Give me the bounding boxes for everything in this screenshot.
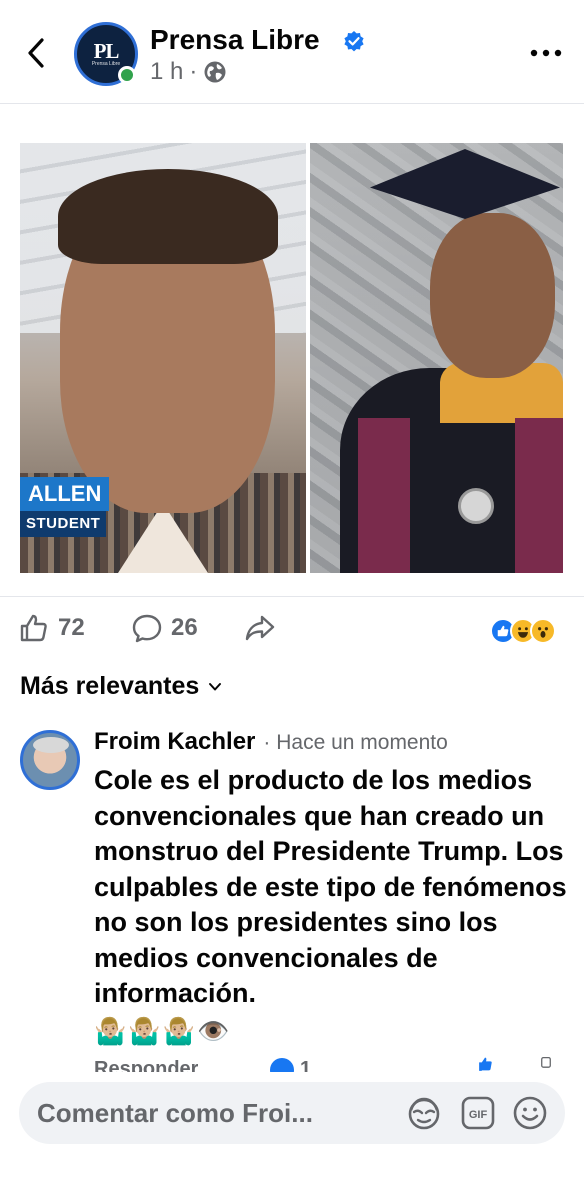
- gif-icon[interactable]: GIF: [459, 1094, 497, 1132]
- reaction-summary[interactable]: [490, 618, 556, 644]
- news-caption-role: STUDENT: [20, 511, 107, 537]
- comment-time: · Hace un momento: [263, 731, 448, 754]
- comment-input[interactable]: [37, 1092, 397, 1134]
- post-header: PL Prensa Libre Prensa Libre 1 h ·: [0, 0, 584, 104]
- commenter-name[interactable]: Froim Kachler: [94, 728, 255, 756]
- reply-button[interactable]: Responder: [94, 1058, 198, 1072]
- post-meta: 1 h ·: [150, 58, 227, 86]
- comment-reaction-count[interactable]: 1: [270, 1058, 311, 1072]
- post-time[interactable]: 1 h: [150, 58, 183, 86]
- comment-bubble-icon: [132, 614, 162, 643]
- svg-text:GIF: GIF: [469, 1109, 488, 1121]
- back-chevron-icon[interactable]: [22, 36, 52, 70]
- wow-reaction-icon: [530, 618, 556, 644]
- verified-badge-icon: [344, 31, 364, 52]
- more-options-icon[interactable]: [530, 48, 562, 58]
- comment-count: 26: [171, 614, 198, 641]
- share-button[interactable]: [244, 612, 276, 644]
- online-status-dot: [118, 66, 136, 84]
- chevron-down-icon: [209, 682, 222, 690]
- comment-button[interactable]: 26: [131, 612, 198, 644]
- comments-sort-dropdown[interactable]: Más relevantes: [20, 672, 223, 701]
- avatar-sticker-icon[interactable]: [405, 1094, 443, 1132]
- thumbs-up-icon[interactable]: [470, 1056, 500, 1072]
- post-image[interactable]: ALLEN STUDENT: [20, 143, 563, 573]
- comment-header: Froim Kachler · Hace un momento: [94, 728, 448, 756]
- share-arrow-icon: [245, 615, 275, 641]
- page-avatar-subtitle: Prensa Libre: [91, 61, 121, 67]
- thumbs-up-icon: [20, 614, 47, 642]
- emoji-icon[interactable]: [511, 1094, 549, 1132]
- photo-student-interview: ALLEN STUDENT: [20, 143, 306, 573]
- like-button[interactable]: 72: [18, 612, 85, 644]
- commenter-avatar[interactable]: [20, 730, 80, 790]
- photo-graduation: [310, 143, 563, 573]
- comment-emoji: 🤷🏼‍♂️🤷🏼‍♂️🤷🏼‍♂️👁️: [94, 1016, 232, 1046]
- comment-options-icon[interactable]: [532, 1056, 560, 1072]
- news-caption-name: ALLEN: [20, 477, 110, 511]
- meta-separator: ·: [189, 58, 198, 85]
- divider: [0, 596, 584, 597]
- comments-sort-label: Más relevantes: [20, 672, 200, 700]
- comment-composer: GIF: [19, 1082, 565, 1144]
- page-avatar-initials: PL: [93, 39, 120, 63]
- like-reaction-icon: [270, 1058, 294, 1072]
- comment-text: Cole es el producto de los medios conven…: [94, 765, 567, 1008]
- like-count: 72: [58, 614, 85, 641]
- comment-reaction-number: 1: [300, 1058, 312, 1072]
- page-name[interactable]: Prensa Libre: [150, 24, 320, 56]
- globe-icon: [204, 61, 226, 83]
